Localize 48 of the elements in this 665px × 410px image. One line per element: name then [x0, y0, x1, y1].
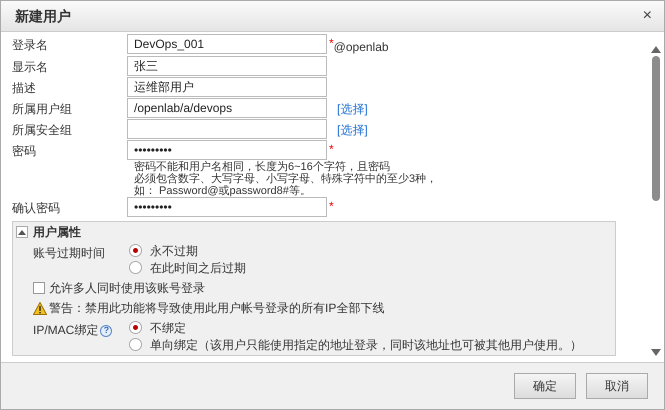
section-title: 用户属性: [33, 224, 81, 241]
field-label: 确认密码: [11, 200, 61, 217]
radio-button[interactable]: [129, 261, 142, 274]
radio-button[interactable]: [129, 321, 142, 334]
input-field[interactable]: 张三: [127, 56, 327, 76]
field-label: 显示名: [11, 59, 49, 76]
password-hint: 如： Password@或password8#等。: [134, 185, 312, 197]
required-mark: *: [329, 35, 334, 52]
dialog-button[interactable]: 取消: [586, 373, 648, 399]
radio-button[interactable]: [129, 338, 142, 351]
warning-text: 警告：禁用此功能将导致使用此用户帐号登录的所有IP全部下线: [49, 300, 384, 317]
scroll-down-icon[interactable]: [651, 349, 661, 356]
field-label: 登录名: [11, 37, 49, 54]
input-field[interactable]: •••••••••: [127, 140, 327, 160]
password-hint: 必须包含数字、大写字母、小写字母、特殊字符中的至少3种，: [134, 173, 438, 185]
field-label: 描述: [11, 80, 37, 97]
field-label: 所属安全组: [11, 122, 73, 139]
option-label: 永不过期: [150, 242, 198, 260]
warning-icon: [33, 302, 47, 314]
checkbox[interactable]: [33, 282, 45, 294]
help-icon[interactable]: ?: [100, 324, 112, 337]
option-label: 单向绑定（该用户只能使用指定的地址登录，同时该地址也可被其他用户使用。）: [150, 336, 582, 354]
close-button[interactable]: ×: [640, 8, 654, 24]
radio-button[interactable]: [129, 244, 142, 257]
collapse-arrow-icon: [18, 230, 26, 234]
password-hint: 密码不能和用户名相同，长度为6~16个字符，且密码: [134, 161, 391, 173]
input-field[interactable]: /openlab/a/devops: [127, 98, 327, 118]
select-link[interactable]: [选择]: [337, 119, 368, 139]
required-mark: *: [329, 198, 334, 215]
dialog-button[interactable]: 确定: [514, 373, 576, 399]
scroll-up-icon[interactable]: [651, 46, 661, 53]
option-label: 不绑定: [150, 320, 186, 336]
option-label: 在此时间之后过期: [150, 260, 246, 276]
checkbox-label: 允许多人同时使用该账号登录: [49, 280, 205, 296]
input-field[interactable]: DevOps_001: [127, 34, 327, 54]
input-field[interactable]: •••••••••: [127, 197, 327, 217]
input-field[interactable]: 运维部用户: [127, 77, 327, 97]
field-label: 密码: [11, 143, 37, 160]
domain-suffix: @openlab: [334, 39, 389, 56]
input-field[interactable]: [127, 119, 327, 139]
collapse-toggle[interactable]: [16, 226, 28, 238]
field-label: IP/MAC绑定: [33, 323, 98, 337]
required-mark: *: [329, 141, 334, 158]
field-label: 账号过期时间: [33, 245, 106, 262]
select-link[interactable]: [选择]: [337, 98, 368, 118]
field-label: 所属用户组: [11, 101, 73, 118]
scrollbar-thumb[interactable]: [652, 56, 660, 201]
dialog-title: 新建用户: [15, 6, 71, 26]
